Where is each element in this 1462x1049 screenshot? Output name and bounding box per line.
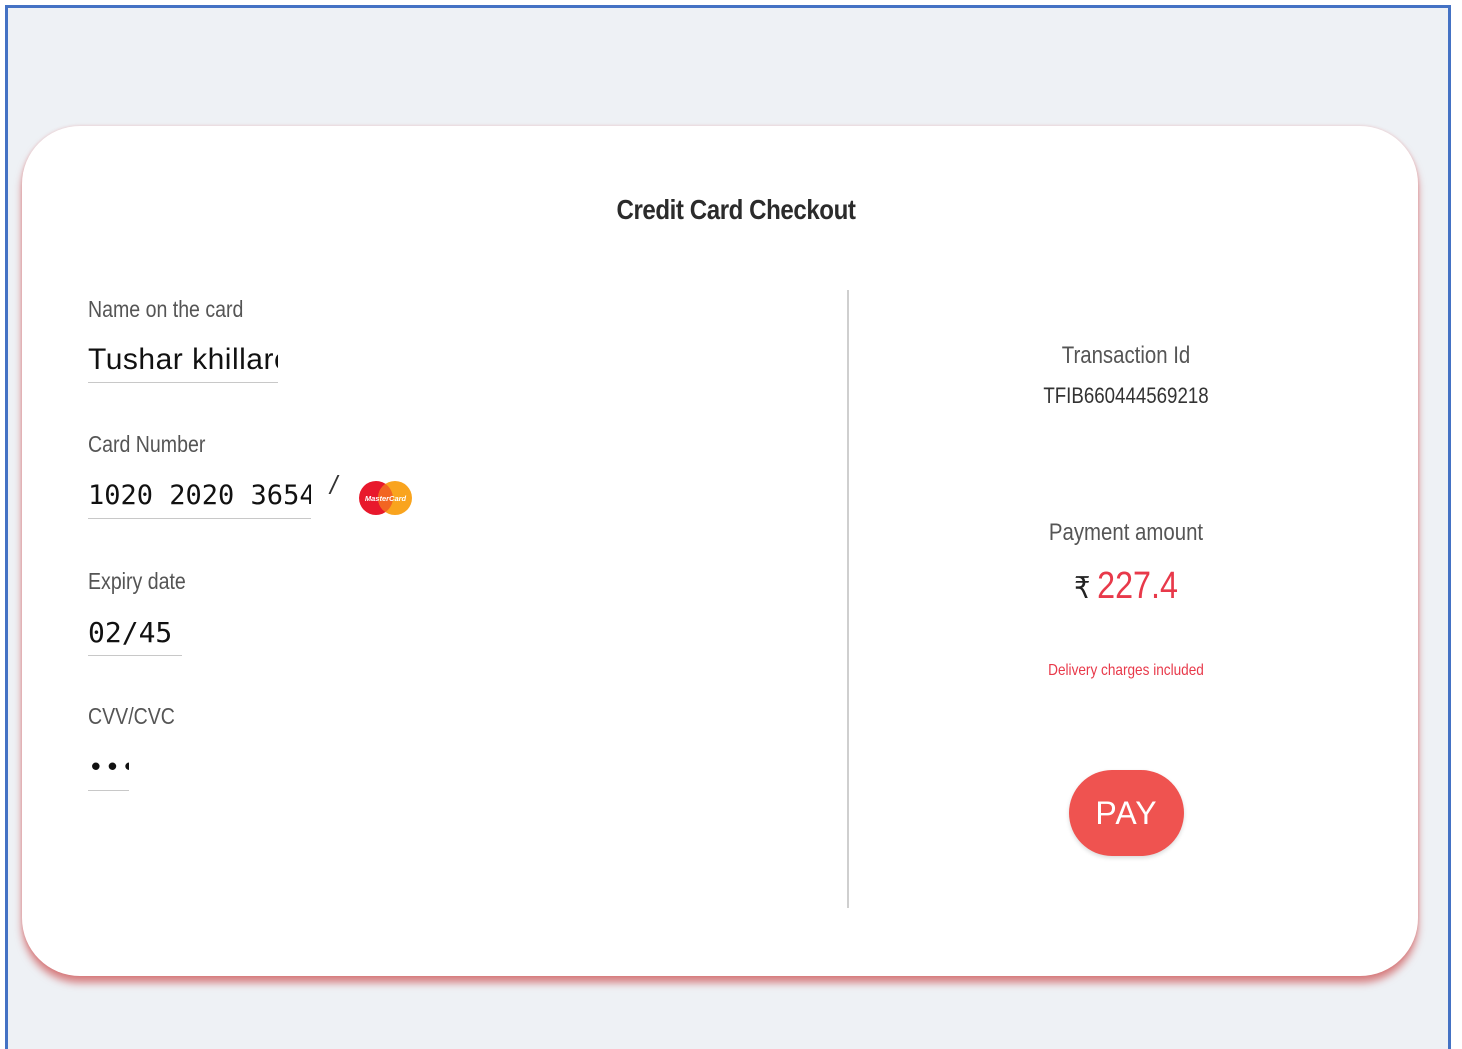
expiry-date-input[interactable] [88,610,182,656]
expiry-label: Expiry date [88,568,186,594]
cvv-label: CVV/CVC [88,703,175,729]
rupee-icon: ₹ [1074,572,1091,605]
payment-amount: ₹227.4 [1074,565,1178,608]
card-separator: / [330,470,338,500]
name-label: Name on the card [88,296,244,322]
vertical-divider [847,290,849,908]
cvv-input[interactable] [88,745,129,791]
payment-amount-value: 227.4 [1097,565,1178,607]
mastercard-text: MasterCard [365,494,407,503]
name-on-card-input[interactable] [88,337,278,383]
transaction-id-value: TFIB660444569218 [1043,383,1209,408]
delivery-note: Delivery charges included [1048,662,1204,679]
page-title: Credit Card Checkout [616,194,856,225]
checkout-card [22,126,1418,976]
card-number-label: Card Number [88,431,206,457]
mastercard-icon: MasterCard [359,481,412,515]
transaction-id-label: Transaction Id [1061,342,1191,369]
payment-amount-label: Payment amount [1048,519,1204,546]
card-number-input[interactable] [88,473,311,519]
pay-button[interactable]: PAY [1069,770,1184,856]
